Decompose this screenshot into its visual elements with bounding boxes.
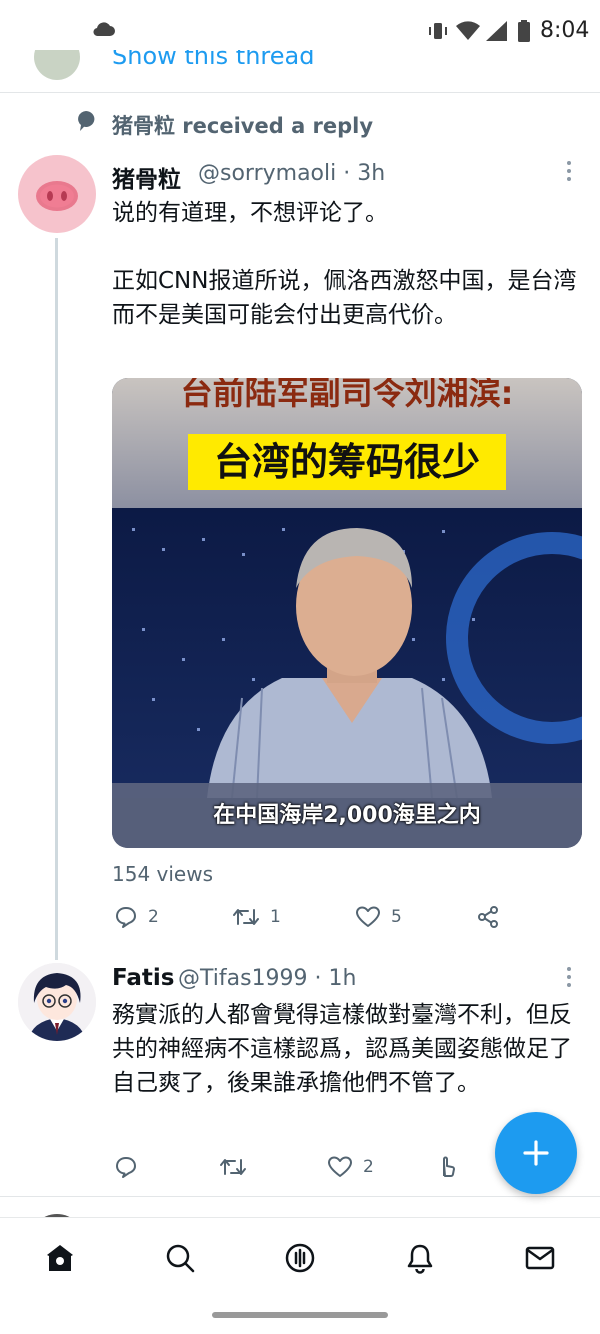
more-options-icon[interactable]	[565, 966, 573, 988]
reply-icon	[116, 1157, 136, 1178]
anime-avatar-image	[18, 963, 96, 1041]
status-time: 8:04	[540, 18, 590, 43]
retweet-button[interactable]	[219, 1155, 257, 1179]
home-indicator[interactable]	[212, 1312, 388, 1318]
notifications-icon	[407, 1244, 433, 1274]
tip-icon	[443, 1156, 455, 1177]
reply-button[interactable]	[114, 1155, 148, 1179]
share-button[interactable]	[476, 905, 500, 929]
tweet-text: 務實派的人都會覺得這樣做對臺灣不利，但反共的神經病不這樣認爲，認爲美國姿態做足了…	[112, 1002, 572, 1096]
display-name[interactable]: 猪骨粒	[112, 160, 181, 194]
pig-nose-icon	[36, 181, 78, 211]
battery-icon	[518, 20, 530, 42]
nav-home[interactable]	[40, 1238, 80, 1278]
reply-icon	[116, 907, 136, 928]
display-name[interactable]: Fatis	[112, 965, 174, 991]
retweet-button[interactable]: 1	[232, 905, 281, 929]
share-icon	[478, 906, 498, 928]
media-subtitle-text: 在中国海岸2,000海里之内	[213, 803, 481, 828]
retweet-count: 1	[270, 907, 281, 927]
vibrate-icon	[429, 23, 447, 39]
avatar[interactable]	[34, 50, 80, 80]
more-options-icon[interactable]	[565, 160, 573, 182]
handle-timestamp: @Tifas1999 · 1h	[178, 966, 357, 991]
plus-icon	[523, 1140, 549, 1166]
avatar[interactable]	[18, 963, 96, 1041]
divider	[0, 1196, 600, 1197]
heart-icon	[328, 1156, 352, 1177]
reply-count: 2	[148, 907, 159, 927]
like-count: 5	[391, 907, 402, 927]
retweet-icon	[220, 1159, 246, 1175]
tip-button[interactable]	[435, 1155, 459, 1179]
like-button[interactable]: 5	[355, 905, 402, 929]
show-thread-link[interactable]: Show this thread	[112, 50, 314, 70]
nav-messages[interactable]	[520, 1238, 560, 1278]
reply-bubble-icon	[78, 111, 95, 131]
compose-tweet-button[interactable]	[495, 1112, 577, 1194]
avatar[interactable]	[18, 155, 96, 233]
notification-header: 猪骨粒 received a reply	[112, 114, 374, 138]
tweet-media[interactable]: 台前陆军副司令刘湘滨: 台湾的筹码很少 在中国海岸2,000海里之内	[112, 378, 582, 848]
divider	[0, 92, 600, 93]
home-icon	[47, 1245, 73, 1271]
search-icon	[166, 1244, 195, 1273]
wifi-icon	[456, 21, 480, 40]
handle-timestamp: @sorrymaoli · 3h	[198, 161, 386, 186]
reply-button[interactable]: 2	[114, 905, 159, 929]
signal-icon	[486, 21, 507, 41]
like-button[interactable]: 2	[327, 1155, 374, 1179]
messages-icon	[525, 1246, 555, 1270]
media-banner-text: 台湾的筹码很少	[188, 434, 506, 490]
nav-spaces[interactable]	[280, 1238, 320, 1278]
nav-search[interactable]	[160, 1238, 200, 1278]
retweet-icon	[233, 909, 259, 925]
like-count: 2	[363, 1157, 374, 1177]
thread-connector	[55, 238, 58, 960]
view-count: 154 views	[112, 862, 214, 886]
cloud-icon	[93, 22, 115, 37]
tweet-text: 说的有道理，不想评论了。 正如CNN报道所说，佩洛西激怒中国，是台湾而不是美国可…	[112, 200, 577, 328]
media-headline-text: 台前陆军副司令刘湘滨:	[180, 378, 514, 412]
nav-notifications[interactable]	[400, 1238, 440, 1278]
previous-thread: Show this thread	[0, 50, 600, 90]
heart-icon	[356, 906, 380, 927]
spaces-icon	[285, 1243, 315, 1273]
